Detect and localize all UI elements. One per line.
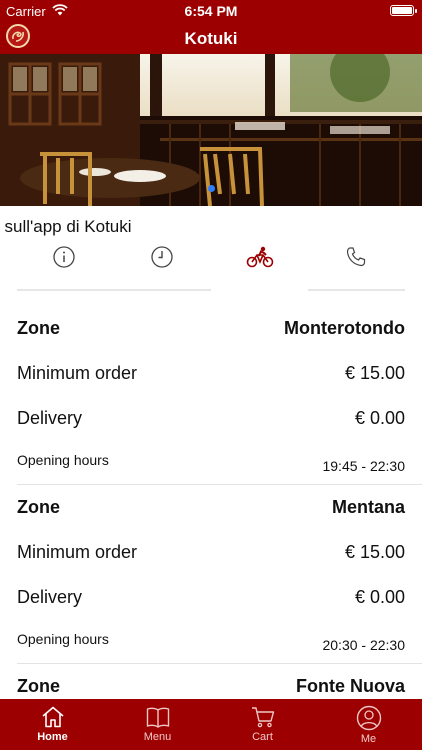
tab-home[interactable]: Home <box>0 699 105 750</box>
tab-home-label: Home <box>37 731 68 743</box>
tab-me[interactable]: Me <box>316 699 421 750</box>
zone-name: Mentana <box>331 497 405 517</box>
tab-cart-label: Cart <box>252 731 273 743</box>
delivery-fee-value: € 0.00 <box>354 587 405 607</box>
opening-hours-label: Opening hours <box>17 451 109 468</box>
zone-label: Zone <box>17 318 60 338</box>
delivery-fee-value: € 0.00 <box>354 408 405 428</box>
tab-me-label: Me <box>360 733 377 745</box>
bottom-tab-bar: Home Menu Cart Me <box>0 699 422 750</box>
minimum-order-row: Minimum order € 15.00 <box>17 530 405 575</box>
zone-block: Zone Mentana Minimum order € 15.00 Deliv… <box>17 485 422 664</box>
opening-hours-value: 20:30 - 22:30 <box>322 636 405 653</box>
minimum-order-row: Minimum order € 15.00 <box>17 351 405 396</box>
clock-time: 6:54 PM <box>184 3 238 19</box>
page-title: Kotuki <box>184 29 238 48</box>
tab-menu-label: Menu <box>143 731 172 743</box>
delivery-zones-list: Zone Monterotondo Minimum order € 15.00 … <box>17 306 422 709</box>
tab-cart[interactable]: Cart <box>210 699 315 750</box>
delivery-fee-row: Delivery € 0.00 <box>17 575 405 620</box>
zone-name: Monterotondo <box>284 318 405 338</box>
nav-bar: Kotuki <box>0 22 422 54</box>
zone-row: Zone Mentana <box>17 485 405 530</box>
delivery-fee-label: Delivery <box>17 587 83 607</box>
menu-book-icon <box>105 705 210 729</box>
zone-label: Zone <box>17 497 60 517</box>
zone-row: Zone Monterotondo <box>17 306 405 351</box>
tab-contact[interactable] <box>340 245 372 275</box>
scrolling-welcome-text: i sull'app di Kotuki <box>0 216 422 238</box>
zone-label: Zone <box>17 676 60 696</box>
minimum-order-value: € 15.00 <box>344 542 405 562</box>
delivery-fee-label: Delivery <box>17 408 83 428</box>
clock-icon <box>146 245 178 269</box>
delivery-fee-row: Delivery € 0.00 <box>17 396 405 441</box>
info-icon <box>48 245 80 269</box>
carousel-page-indicator[interactable] <box>208 185 215 192</box>
cart-icon <box>210 705 315 729</box>
battery-icon <box>390 5 417 16</box>
bicycle-icon <box>244 245 276 269</box>
opening-hours-value: 19:45 - 22:30 <box>322 457 405 474</box>
zone-name: Fonte Nuova <box>295 676 405 696</box>
minimum-order-label: Minimum order <box>17 542 138 562</box>
phone-icon <box>340 245 372 269</box>
status-bar: Carrier 6:54 PM <box>0 0 422 22</box>
tab-underline-left <box>17 289 211 291</box>
tab-delivery[interactable] <box>244 245 276 275</box>
opening-hours-row: Opening hours 19:45 - 22:30 <box>17 441 405 484</box>
tab-menu[interactable]: Menu <box>105 699 210 750</box>
tab-underline-right <box>308 289 405 291</box>
info-tabs <box>0 240 422 280</box>
user-icon <box>316 705 421 731</box>
zone-block: Zone Monterotondo Minimum order € 15.00 … <box>17 306 422 485</box>
opening-hours-label: Opening hours <box>17 630 109 647</box>
tab-hours[interactable] <box>146 245 178 275</box>
minimum-order-label: Minimum order <box>17 363 138 383</box>
restaurant-photo <box>0 54 422 206</box>
tab-info[interactable] <box>48 245 80 275</box>
home-icon <box>0 705 105 729</box>
welcome-text: i sull'app di Kotuki <box>0 217 132 236</box>
opening-hours-row: Opening hours 20:30 - 22:30 <box>17 620 405 663</box>
minimum-order-value: € 15.00 <box>344 363 405 383</box>
